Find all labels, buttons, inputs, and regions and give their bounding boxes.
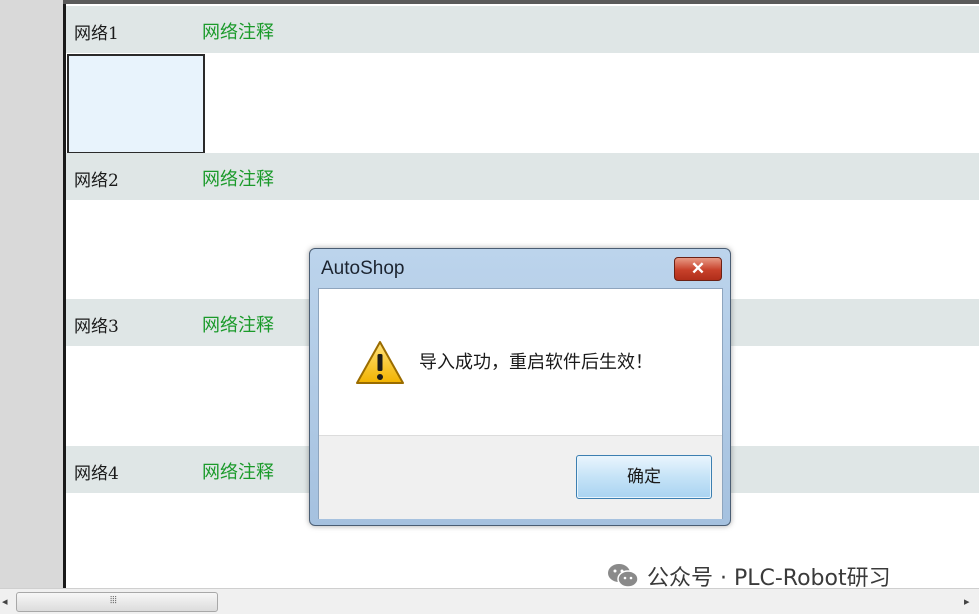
wechat-icon [608, 564, 639, 588]
left-gutter [0, 0, 63, 588]
network-comment[interactable]: 网络注释 [202, 165, 274, 191]
network-label: 网络1 [74, 24, 119, 44]
dialog-footer: 确定 [319, 435, 722, 519]
selected-cell-cursor[interactable] [67, 54, 205, 154]
network-label: 网络2 [74, 171, 119, 191]
scroll-right-arrow-icon[interactable]: ▸ [964, 595, 970, 608]
dialog-body: 导入成功，重启软件后生效！ 确定 [318, 288, 723, 519]
network-header-2[interactable]: 网络2 网络注释 [66, 153, 979, 200]
scroll-thumb[interactable]: ⦙⦙⦙ [16, 592, 218, 612]
watermark: 公众号 · PLC-Robot研习 [607, 560, 891, 592]
close-button[interactable]: ✕ [674, 257, 722, 281]
network-comment[interactable]: 网络注释 [202, 18, 274, 44]
scroll-grip-icon: ⦙⦙⦙ [110, 595, 117, 606]
warning-icon [356, 341, 404, 384]
dialog-title: AutoShop [321, 258, 405, 279]
ok-button[interactable]: 确定 [576, 455, 712, 499]
scroll-left-arrow-icon[interactable]: ◂ [2, 595, 8, 608]
dialog-message: 导入成功，重启软件后生效！ [419, 352, 653, 373]
network-label: 网络3 [74, 317, 119, 337]
network-comment[interactable]: 网络注释 [202, 458, 274, 484]
network-comment[interactable]: 网络注释 [202, 311, 274, 337]
close-icon: ✕ [690, 259, 706, 278]
watermark-text: 公众号 · PLC-Robot研习 [647, 566, 891, 591]
network-label: 网络4 [74, 464, 119, 484]
message-dialog: AutoShop ✕ 导入成功，重启软件后生效！ 确定 [309, 248, 731, 526]
network-header-1[interactable]: 网络1 网络注释 [66, 6, 979, 53]
